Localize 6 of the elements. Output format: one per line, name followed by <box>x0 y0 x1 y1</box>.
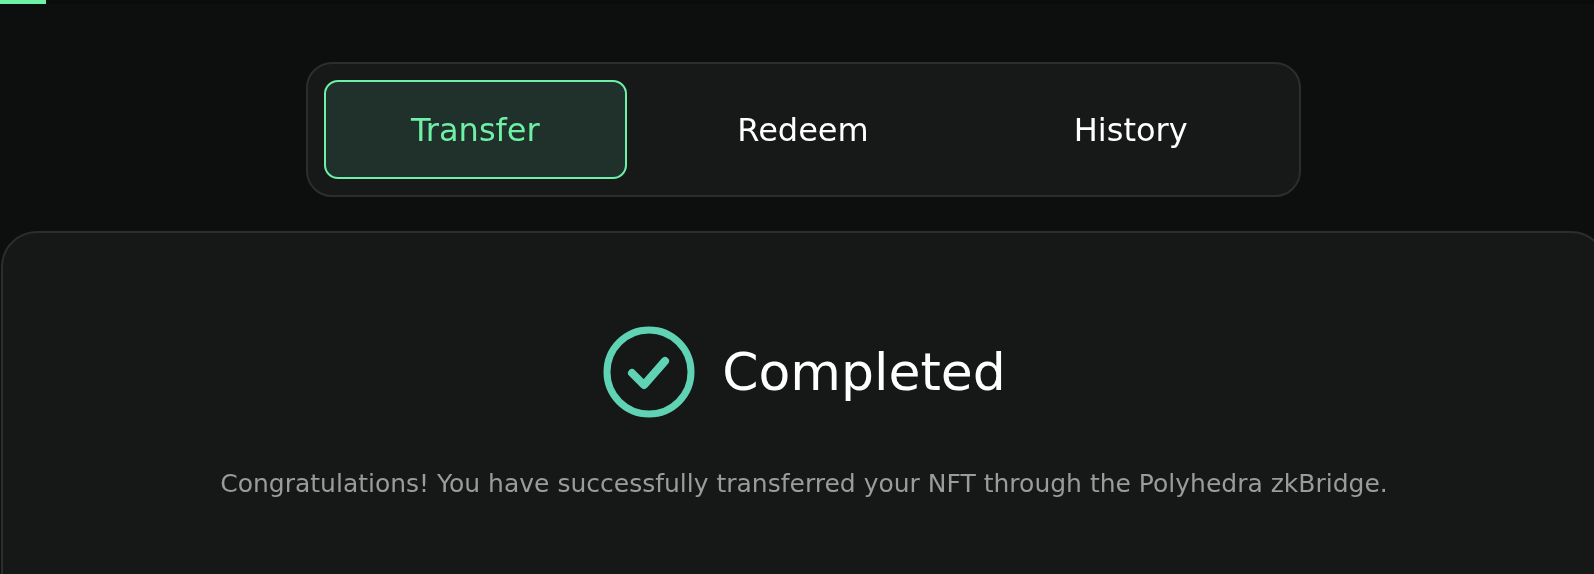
check-circle-icon <box>602 325 697 419</box>
status-message: Congratulations! You have successfully transferred your NFT through the Polyhedra zkBridge. <box>220 469 1388 498</box>
tab[interactable]: History <box>978 80 1283 179</box>
tab[interactable]: Transfer <box>323 80 628 179</box>
status-title: Completed <box>722 342 1006 402</box>
tab[interactable]: Redeem <box>651 80 955 179</box>
